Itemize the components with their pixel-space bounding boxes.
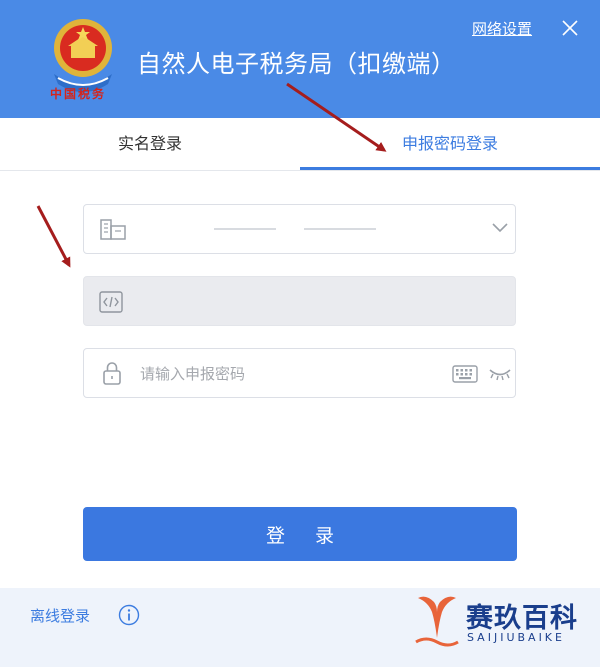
info-icon[interactable]: [118, 604, 140, 626]
watermark: 赛玖百科 SAIJIUBAIKE: [410, 590, 590, 652]
eye-closed-icon[interactable]: [488, 367, 512, 381]
masked-account-segment: [304, 228, 376, 230]
chevron-down-icon[interactable]: [492, 222, 508, 234]
emblem-caption: 中国税务: [50, 87, 107, 101]
masked-account-segment: [214, 228, 276, 230]
account-select[interactable]: [83, 204, 516, 254]
network-settings-link[interactable]: 网络设置: [472, 18, 532, 39]
tab-real-name-login[interactable]: 实名登录: [0, 118, 300, 170]
password-field: [83, 348, 516, 398]
building-icon: [100, 219, 126, 240]
lock-icon: [103, 362, 121, 385]
tab-declaration-password-login[interactable]: 申报密码登录: [300, 118, 600, 170]
login-tabs: 实名登录 申报密码登录: [0, 118, 600, 171]
watermark-title: 赛玖百科: [466, 603, 578, 634]
tax-code-field: [83, 276, 516, 326]
whale-tail-logo-icon: [415, 596, 459, 647]
keyboard-icon[interactable]: [452, 365, 478, 383]
offline-login-link[interactable]: 离线登录: [30, 605, 90, 626]
password-input[interactable]: [138, 350, 442, 398]
code-icon: [99, 291, 123, 313]
app-title: 自然人电子税务局（扣缴端）: [137, 50, 456, 78]
title-bar: 中国税务 自然人电子税务局（扣缴端） 网络设置: [0, 0, 600, 118]
watermark-subtitle: SAIJIUBAIKE: [467, 631, 565, 644]
annotation-arrow-to-account: [36, 205, 71, 268]
login-button[interactable]: 登 录: [83, 507, 517, 561]
close-icon[interactable]: [558, 16, 582, 40]
